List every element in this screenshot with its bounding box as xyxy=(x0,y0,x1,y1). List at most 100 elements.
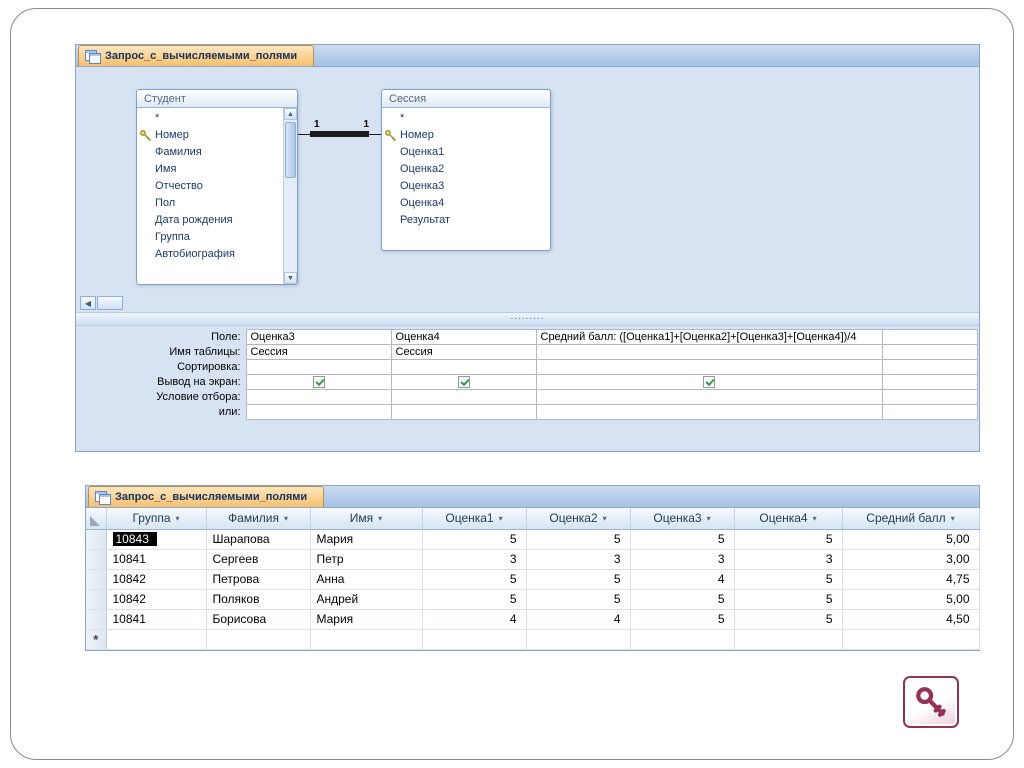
qbe-cell[interactable] xyxy=(535,359,883,375)
field-item[interactable]: Номер xyxy=(382,127,550,144)
column-dropdown-arrow-icon[interactable]: ▾ xyxy=(176,514,180,523)
data-cell[interactable]: 4,50 xyxy=(842,609,980,630)
qbe-cell[interactable] xyxy=(535,344,883,360)
data-cell-empty[interactable] xyxy=(310,629,423,650)
data-cell[interactable]: 5 xyxy=(630,529,735,550)
data-cell[interactable]: 3 xyxy=(630,549,735,570)
data-cell[interactable]: 3 xyxy=(422,549,527,570)
column-dropdown-arrow-icon[interactable]: ▾ xyxy=(284,514,288,523)
field-item[interactable]: Оценка2 xyxy=(382,161,550,178)
column-header[interactable]: Средний балл ▾ xyxy=(842,508,980,530)
qbe-cell[interactable] xyxy=(535,374,883,390)
scroll-down-icon[interactable]: ▼ xyxy=(284,272,297,284)
qbe-cell[interactable] xyxy=(390,374,537,390)
data-cell[interactable]: Мария xyxy=(310,609,423,630)
row-selector[interactable] xyxy=(86,529,107,550)
field-item[interactable]: Оценка1 xyxy=(382,144,550,161)
column-dropdown-arrow-icon[interactable]: ▾ xyxy=(499,514,503,523)
qbe-cell[interactable]: Сессия xyxy=(390,344,537,360)
row-selector[interactable] xyxy=(86,609,107,630)
data-cell[interactable]: Петрова xyxy=(206,569,311,590)
scrollbar-thumb[interactable] xyxy=(285,122,296,178)
data-cell[interactable]: 5 xyxy=(422,569,527,590)
data-cell[interactable]: 5 xyxy=(630,609,735,630)
field-item[interactable]: Имя xyxy=(137,161,283,178)
column-header[interactable]: Имя ▾ xyxy=(310,508,423,530)
qbe-cell-empty[interactable] xyxy=(881,344,978,360)
data-cell[interactable]: 5 xyxy=(526,569,631,590)
qbe-cell[interactable]: Сессия xyxy=(245,344,392,360)
qbe-cell-empty[interactable] xyxy=(881,329,978,345)
show-checkbox[interactable] xyxy=(703,376,715,388)
qbe-cell[interactable] xyxy=(390,404,537,420)
field-list-student[interactable]: Студент * Номер Фамилия Имя Отчество Пол Дата … xyxy=(136,89,298,285)
qbe-cell[interactable]: Оценка3 xyxy=(245,329,392,345)
qbe-cell-empty[interactable] xyxy=(881,359,978,375)
column-header[interactable]: Оценка1 ▾ xyxy=(422,508,527,530)
data-cell-empty[interactable] xyxy=(842,629,980,650)
data-cell[interactable]: Анна xyxy=(310,569,423,590)
data-cell-empty[interactable] xyxy=(734,629,843,650)
data-cell[interactable]: 3 xyxy=(526,549,631,570)
field-item[interactable]: Результат xyxy=(382,212,550,229)
qbe-cell[interactable] xyxy=(245,404,392,420)
data-cell[interactable]: 5 xyxy=(526,589,631,610)
column-header[interactable]: Оценка4 ▾ xyxy=(734,508,843,530)
scrollbar-track[interactable] xyxy=(284,180,297,272)
column-header[interactable]: Группа ▾ xyxy=(106,508,207,530)
row-selector[interactable] xyxy=(86,589,107,610)
data-cell[interactable]: 10841 xyxy=(106,549,207,570)
qbe-cell[interactable] xyxy=(245,374,392,390)
column-header[interactable]: Оценка3 ▾ xyxy=(630,508,735,530)
data-cell[interactable]: 5 xyxy=(734,529,843,550)
data-cell[interactable]: 3,00 xyxy=(842,549,980,570)
join-line[interactable]: 1 1 xyxy=(298,119,381,143)
data-cell-empty[interactable] xyxy=(526,629,631,650)
field-item[interactable]: * xyxy=(137,110,283,127)
qbe-cell[interactable] xyxy=(245,359,392,375)
data-cell[interactable]: 10842 xyxy=(106,589,207,610)
qbe-cell-empty[interactable] xyxy=(881,374,978,390)
field-item[interactable]: Оценка4 xyxy=(382,195,550,212)
data-cell[interactable]: Борисова xyxy=(206,609,311,630)
qbe-cell[interactable]: Оценка4 xyxy=(390,329,537,345)
qbe-cell-empty[interactable] xyxy=(881,389,978,405)
scroll-up-icon[interactable]: ▲ xyxy=(284,108,297,120)
data-cell[interactable]: 5 xyxy=(734,569,843,590)
data-cell[interactable]: 5,00 xyxy=(842,529,980,550)
tab-query-design[interactable]: Запрос_с_вычисляемыми_полями xyxy=(78,45,315,66)
qbe-cell[interactable] xyxy=(390,389,537,405)
show-checkbox[interactable] xyxy=(457,376,470,388)
data-cell[interactable]: 4,75 xyxy=(842,569,980,590)
data-cell-empty[interactable] xyxy=(422,629,527,650)
data-cell[interactable]: 4 xyxy=(422,609,527,630)
qbe-cell[interactable] xyxy=(535,404,883,420)
qbe-cell[interactable] xyxy=(245,389,392,405)
field-item[interactable]: Автобиография xyxy=(137,246,283,263)
column-dropdown-arrow-icon[interactable]: ▾ xyxy=(707,514,711,523)
data-cell[interactable]: Андрей xyxy=(310,589,423,610)
data-cell[interactable]: 10843 xyxy=(106,529,207,550)
data-cell[interactable]: 5 xyxy=(734,609,843,630)
data-cell[interactable]: Поляков xyxy=(206,589,311,610)
select-all-corner[interactable] xyxy=(86,508,107,530)
qbe-cell-empty[interactable] xyxy=(881,404,978,420)
data-cell-empty[interactable] xyxy=(206,629,311,650)
data-cell-empty[interactable] xyxy=(106,629,207,650)
data-cell[interactable]: 5 xyxy=(630,589,735,610)
data-cell-empty[interactable] xyxy=(630,629,735,650)
vertical-scrollbar[interactable]: ▲ ▼ xyxy=(283,108,297,284)
column-dropdown-arrow-icon[interactable]: ▾ xyxy=(378,514,382,523)
row-selector[interactable] xyxy=(86,569,107,590)
field-item[interactable]: Фамилия xyxy=(137,144,283,161)
data-cell[interactable]: 10842 xyxy=(106,569,207,590)
data-cell[interactable]: 5 xyxy=(526,529,631,550)
field-item[interactable]: * xyxy=(382,110,550,127)
design-horizontal-scrollbar[interactable]: ◀ xyxy=(80,296,123,310)
data-cell[interactable]: 3 xyxy=(734,549,843,570)
qbe-cell[interactable] xyxy=(535,389,883,405)
column-dropdown-arrow-icon[interactable]: ▾ xyxy=(813,514,817,523)
hscrollbar-thumb[interactable] xyxy=(97,296,123,310)
data-cell[interactable]: Петр xyxy=(310,549,423,570)
new-record-marker[interactable]: * xyxy=(86,629,107,650)
